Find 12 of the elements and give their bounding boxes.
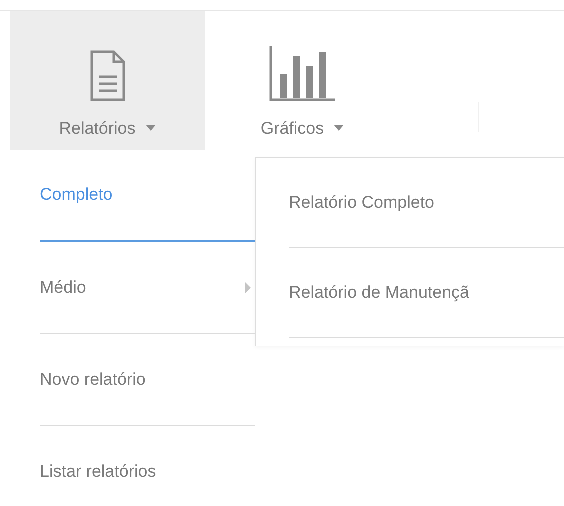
bar-chart-icon <box>268 46 336 102</box>
menu-item[interactable]: Listar relatórios <box>40 426 255 506</box>
menu-item[interactable]: Novo relatório <box>40 334 255 426</box>
caret-icon <box>146 125 156 132</box>
menu-item[interactable]: Relatório de Manutençã <box>289 248 564 338</box>
tab-label: Gráficos <box>260 118 324 140</box>
tab-label: Relatórios <box>59 118 136 140</box>
toolbar-tab[interactable]: Relatórios <box>10 11 205 151</box>
caret-icon <box>334 125 344 132</box>
document-icon <box>90 50 126 102</box>
menu-item[interactable]: Relatório Completo <box>289 158 564 248</box>
submenu-arrow-icon <box>245 282 251 294</box>
